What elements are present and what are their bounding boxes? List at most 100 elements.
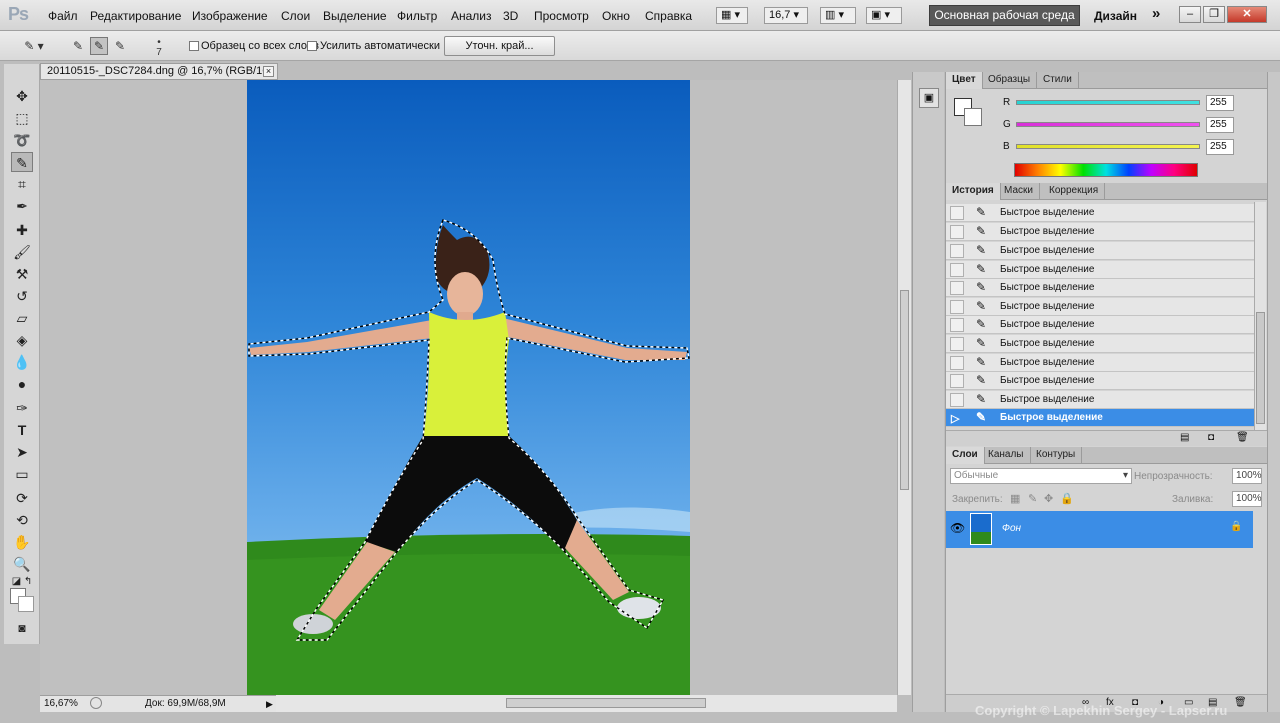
hand-tool-icon[interactable]: ✋ bbox=[11, 532, 33, 552]
delete-state-icon[interactable]: 🗑 bbox=[1236, 432, 1249, 443]
history-item[interactable]: ✎ Быстрое выделение bbox=[946, 298, 1254, 316]
history-scrollbar[interactable] bbox=[1254, 202, 1266, 432]
clone-stamp-icon[interactable]: ⚒ bbox=[11, 264, 33, 284]
lock-pixels-icon[interactable]: ✎ bbox=[1028, 492, 1037, 505]
arrange-documents-menu[interactable]: ▥ ▾ bbox=[820, 7, 856, 24]
restore-button[interactable]: ❐ bbox=[1203, 6, 1225, 23]
lasso-tool-icon[interactable]: ➰ bbox=[11, 130, 33, 150]
history-snapshot-box[interactable] bbox=[950, 318, 964, 332]
history-brush-icon[interactable]: ↺ bbox=[11, 286, 33, 306]
workspace-design-button[interactable]: Дизайн bbox=[1094, 9, 1137, 23]
tool-preset-picker[interactable]: ✎ ▾ bbox=[18, 37, 50, 55]
view-extras-menu[interactable]: ▣ ▾ bbox=[866, 7, 902, 24]
path-selection-icon[interactable]: ➤ bbox=[11, 442, 33, 462]
pen-tool-icon[interactable]: ✑ bbox=[11, 398, 33, 418]
quick-selection-tool-icon[interactable]: ✎ bbox=[11, 152, 33, 172]
history-item[interactable]: ✎ Быстрое выделение bbox=[946, 204, 1254, 222]
menu-edit[interactable]: Редактирование bbox=[90, 9, 181, 23]
history-item[interactable]: ✎ Быстрое выделение bbox=[946, 223, 1254, 241]
menu-view[interactable]: Просмотр bbox=[534, 9, 589, 23]
menu-3d[interactable]: 3D bbox=[503, 9, 518, 23]
shape-tool-icon[interactable]: ▭ bbox=[11, 464, 33, 484]
type-tool-icon[interactable]: T bbox=[11, 420, 33, 440]
paint-bucket-icon[interactable]: ◈ bbox=[11, 330, 33, 350]
eraser-tool-icon[interactable]: ▱ bbox=[11, 308, 33, 328]
status-menu-arrow-icon[interactable]: ▶ bbox=[266, 696, 273, 712]
history-scroll-thumb[interactable] bbox=[1256, 312, 1265, 424]
new-snapshot-icon[interactable]: ◘ bbox=[1208, 432, 1214, 443]
menu-window[interactable]: Окно bbox=[602, 9, 630, 23]
lock-transparency-icon[interactable]: ▦ bbox=[1010, 492, 1020, 505]
history-snapshot-box[interactable] bbox=[950, 374, 964, 388]
tab-layers[interactable]: Слои bbox=[946, 447, 985, 464]
history-state-marker[interactable]: ▷ bbox=[950, 411, 964, 425]
blend-mode-select[interactable]: Обычные ▾ bbox=[950, 468, 1132, 484]
history-item[interactable]: ✎ Быстрое выделение bbox=[946, 391, 1254, 409]
new-document-from-state-icon[interactable]: ▤ bbox=[1180, 432, 1189, 443]
status-info-icon[interactable] bbox=[90, 697, 102, 709]
history-snapshot-box[interactable] bbox=[950, 281, 964, 295]
menu-file[interactable]: Файл bbox=[48, 9, 78, 23]
dodge-tool-icon[interactable]: ● bbox=[11, 374, 33, 394]
brush-tool-icon[interactable]: 🖌 bbox=[11, 242, 33, 262]
menu-help[interactable]: Справка bbox=[645, 9, 692, 23]
menu-image[interactable]: Изображение bbox=[192, 9, 268, 23]
blur-tool-icon[interactable]: 💧 bbox=[11, 352, 33, 372]
close-window-button[interactable]: ✕ bbox=[1227, 6, 1267, 23]
marquee-tool-icon[interactable]: ⬚ bbox=[11, 108, 33, 128]
history-item[interactable]: ✎ Быстрое выделение bbox=[946, 242, 1254, 260]
zoom-tool-icon[interactable]: 🔍 bbox=[11, 554, 33, 574]
horizontal-scrollbar[interactable] bbox=[276, 695, 897, 712]
history-snapshot-box[interactable] bbox=[950, 337, 964, 351]
opacity-field[interactable]: 100% bbox=[1232, 468, 1262, 484]
menu-layers[interactable]: Слои bbox=[281, 9, 310, 23]
tab-swatches[interactable]: Образцы bbox=[982, 72, 1038, 89]
tab-adjustments[interactable]: Коррекция bbox=[1043, 183, 1106, 200]
document-image[interactable] bbox=[247, 80, 690, 695]
lock-all-icon[interactable]: 🔒 bbox=[1060, 492, 1074, 505]
history-item[interactable]: ✎ Быстрое выделение bbox=[946, 354, 1254, 372]
tab-color[interactable]: Цвет bbox=[946, 72, 983, 89]
lock-position-icon[interactable]: ✥ bbox=[1044, 492, 1053, 505]
history-snapshot-box[interactable] bbox=[950, 206, 964, 220]
eyedropper-tool-icon[interactable]: ✒ bbox=[11, 196, 33, 216]
screen-mode-menu[interactable]: ▦ ▾ bbox=[716, 7, 748, 24]
channel-b-value[interactable]: 255 bbox=[1206, 139, 1234, 155]
3d-orbit-icon[interactable]: ⟲ bbox=[11, 510, 33, 530]
history-snapshot-box[interactable] bbox=[950, 244, 964, 258]
channel-r-slider[interactable] bbox=[1016, 100, 1200, 105]
history-item[interactable]: ✎ Быстрое выделение bbox=[946, 335, 1254, 353]
fill-field[interactable]: 100% bbox=[1232, 491, 1262, 507]
background-color-swatch[interactable] bbox=[18, 596, 34, 612]
refine-edge-button[interactable]: Уточн. край... bbox=[444, 36, 555, 56]
history-snapshot-box[interactable] bbox=[950, 300, 964, 314]
color-spectrum-bar[interactable] bbox=[1014, 163, 1198, 177]
workspace-essentials-button[interactable]: Основная рабочая среда bbox=[929, 5, 1080, 26]
history-item[interactable]: ✎ Быстрое выделение bbox=[946, 372, 1254, 390]
minimize-button[interactable]: – bbox=[1179, 6, 1201, 23]
healing-brush-icon[interactable]: ✚ bbox=[11, 220, 33, 240]
layer-row-background[interactable]: 👁 Фон 🔒 bbox=[946, 511, 1253, 548]
tab-history[interactable]: История bbox=[946, 183, 1001, 200]
subtract-selection-icon[interactable]: ✎ bbox=[111, 37, 129, 55]
move-tool-icon[interactable]: ✥ bbox=[11, 86, 33, 106]
add-to-selection-icon[interactable]: ✎ bbox=[90, 37, 108, 55]
tab-styles[interactable]: Стили bbox=[1037, 72, 1079, 89]
color-bg-swatch[interactable] bbox=[964, 108, 982, 126]
history-item[interactable]: ✎ Быстрое выделение bbox=[946, 261, 1254, 279]
history-item-current[interactable]: ▷ ✎ Быстрое выделение bbox=[946, 409, 1254, 427]
new-selection-icon[interactable]: ✎ bbox=[69, 37, 87, 55]
history-snapshot-box[interactable] bbox=[950, 225, 964, 239]
channel-b-slider[interactable] bbox=[1016, 144, 1200, 149]
tab-paths[interactable]: Контуры bbox=[1030, 447, 1083, 464]
canvas-area[interactable] bbox=[40, 80, 897, 695]
history-snapshot-box[interactable] bbox=[950, 263, 964, 277]
mini-bridge-icon[interactable]: ▣ bbox=[919, 88, 939, 108]
channel-r-value[interactable]: 255 bbox=[1206, 95, 1234, 111]
zoom-level-select[interactable]: 16,7 ▾ bbox=[764, 7, 808, 24]
document-tab[interactable]: 20110515-_DSC7284.dng @ 16,7% (RGB/16) × bbox=[40, 63, 278, 80]
vertical-scrollbar[interactable] bbox=[897, 80, 911, 695]
menu-analysis[interactable]: Анализ bbox=[451, 9, 492, 23]
history-item[interactable]: ✎ Быстрое выделение bbox=[946, 279, 1254, 297]
sample-all-layers-checkbox[interactable] bbox=[189, 41, 199, 51]
